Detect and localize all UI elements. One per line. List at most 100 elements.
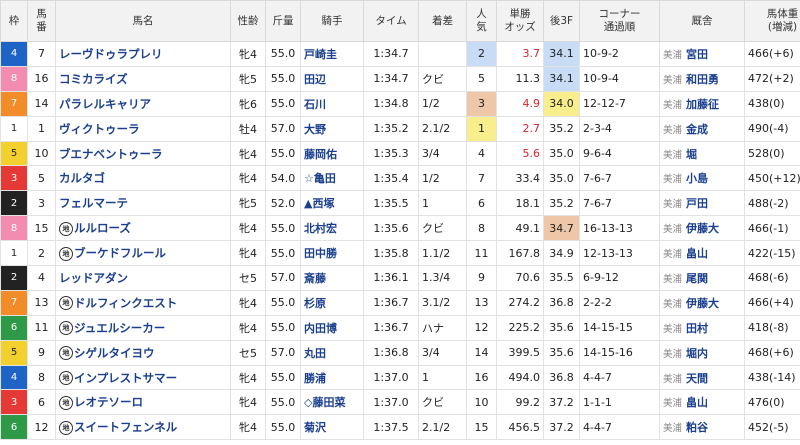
jockey-link[interactable]: ▲西塚 <box>304 197 334 210</box>
horse-name-link[interactable]: シゲルタイヨウ <box>74 346 155 360</box>
umaban-cell: 12 <box>27 414 56 441</box>
horse-name-link[interactable]: ヴィクトゥーラ <box>59 122 140 136</box>
weight-cell: 54.0 <box>265 165 301 192</box>
jockey-link[interactable]: 斎藤 <box>304 272 326 285</box>
trainer-link[interactable]: 和田勇 <box>686 73 719 86</box>
jockey-cell: 戸崎圭 <box>300 41 364 67</box>
margin-cell: 1.1/2 <box>418 240 467 267</box>
waku-cell: 5 <box>0 339 28 366</box>
trainer-cell: 美浦 加藤征 <box>659 90 745 117</box>
body-weight-cell: 490(-4) <box>744 115 800 142</box>
horse-name-link[interactable]: パラレルキャリア <box>59 97 151 111</box>
sex-age-cell: 牝4 <box>230 314 266 341</box>
popularity-cell: 3 <box>466 90 497 117</box>
horse-name-link[interactable]: ルルローズ <box>74 221 131 235</box>
trainer-location: 美浦 <box>663 124 683 136</box>
trainer-link[interactable]: 堀 <box>686 148 697 161</box>
table-row: 7 13 地ドルフィンクエスト 牝4 55.0 杉原 1:36.7 3.1/2 13 274.2 3… <box>0 289 800 316</box>
horse-name-link[interactable]: ブエナベントゥーラ <box>59 147 163 161</box>
horse-name-link[interactable]: コミカライズ <box>59 72 128 86</box>
corner-cell: 12-12-7 <box>579 90 660 117</box>
odds-cell: 167.8 <box>496 240 544 267</box>
horse-name-cell: パラレルキャリア <box>55 90 231 117</box>
time-cell: 1:34.7 <box>363 41 419 67</box>
local-horse-marker: 地 <box>59 346 73 361</box>
trainer-link[interactable]: 粕谷 <box>686 421 708 434</box>
header-last3f: 後3F <box>543 0 580 42</box>
jockey-link[interactable]: 大野 <box>304 123 326 136</box>
trainer-location: 美浦 <box>663 323 683 335</box>
jockey-link[interactable]: 藤岡佑 <box>304 148 337 161</box>
sex-age-cell: 牝4 <box>230 240 266 267</box>
header-time: タイム <box>363 0 419 42</box>
trainer-link[interactable]: 伊藤大 <box>686 297 719 310</box>
trainer-location: 美浦 <box>663 149 683 161</box>
header-popularity: 人 気 <box>466 0 497 42</box>
weight-cell: 57.0 <box>265 115 301 142</box>
last3f-cell: 35.6 <box>543 339 580 366</box>
jockey-link[interactable]: 北村宏 <box>304 222 337 235</box>
jockey-link[interactable]: 田中勝 <box>304 247 337 260</box>
popularity-cell: 7 <box>466 165 497 192</box>
sex-age-cell: 牝5 <box>230 190 266 217</box>
jockey-link[interactable]: 勝浦 <box>304 372 326 385</box>
corner-cell: 7-6-7 <box>579 190 660 217</box>
table-row: 1 2 地ブーケドフルール 牝4 55.0 田中勝 1:35.8 1.1/2 11 167.8 34… <box>0 240 800 267</box>
last3f-cell: 35.0 <box>543 140 580 167</box>
horse-name-cell: フェルマーテ <box>55 190 231 217</box>
waku-cell: 7 <box>0 289 28 316</box>
jockey-link[interactable]: 丸田 <box>304 347 326 360</box>
popularity-cell: 6 <box>466 190 497 217</box>
race-result-table: 枠 馬 番 馬名 性齢 斤量 騎手 タイム 着差 人 気 単勝 オッズ 後3F … <box>0 0 800 441</box>
umaban-cell: 7 <box>27 41 56 67</box>
trainer-link[interactable]: 金成 <box>686 123 708 136</box>
trainer-link[interactable]: 宮田 <box>686 48 708 61</box>
time-cell: 1:36.8 <box>363 339 419 366</box>
trainer-link[interactable]: 加藤征 <box>686 98 719 111</box>
popularity-cell: 12 <box>466 314 497 341</box>
horse-name-link[interactable]: ドルフィンクエスト <box>74 296 177 310</box>
waku-cell: 6 <box>0 314 28 341</box>
popularity-cell: 14 <box>466 339 497 366</box>
sex-age-cell: 牝6 <box>230 90 266 117</box>
trainer-link[interactable]: 尾関 <box>686 272 708 285</box>
horse-name-link[interactable]: カルタゴ <box>59 171 105 185</box>
trainer-link[interactable]: 田村 <box>686 322 708 335</box>
horse-name-link[interactable]: ジュエルシーカー <box>74 321 165 335</box>
horse-name-link[interactable]: レッドアダン <box>59 271 128 285</box>
horse-name-link[interactable]: レオテソーロ <box>74 395 143 409</box>
jockey-cell: 田辺 <box>300 65 364 92</box>
popularity-cell: 13 <box>466 289 497 316</box>
jockey-link[interactable]: 田辺 <box>304 73 326 86</box>
jockey-link[interactable]: 杉原 <box>304 297 326 310</box>
horse-name-link[interactable]: ブーケドフルール <box>74 246 166 260</box>
trainer-link[interactable]: 戸田 <box>686 197 708 210</box>
last3f-cell: 34.0 <box>543 90 580 117</box>
header-odds: 単勝 オッズ <box>496 0 544 42</box>
odds-cell: 99.2 <box>496 389 544 416</box>
jockey-link[interactable]: 菊沢 <box>304 421 326 434</box>
jockey-link[interactable]: 戸崎圭 <box>304 48 337 61</box>
trainer-link[interactable]: 伊藤大 <box>686 222 719 235</box>
jockey-link[interactable]: ☆亀田 <box>304 172 336 185</box>
header-weight: 斤量 <box>265 0 301 42</box>
trainer-link[interactable]: 小島 <box>686 172 708 185</box>
horse-name-link[interactable]: フェルマーテ <box>59 196 128 210</box>
weight-cell: 52.0 <box>265 190 301 217</box>
jockey-link[interactable]: 石川 <box>304 98 326 111</box>
jockey-link[interactable]: 内田博 <box>304 322 337 335</box>
horse-name-link[interactable]: レーヴドゥラプレリ <box>59 47 163 61</box>
jockey-cell: 勝浦 <box>300 364 364 391</box>
trainer-link[interactable]: 畠山 <box>686 247 708 260</box>
waku-cell: 8 <box>0 215 28 242</box>
trainer-location: 美浦 <box>663 373 683 385</box>
jockey-link[interactable]: ◇藤田菜 <box>304 396 345 409</box>
trainer-link[interactable]: 畠山 <box>686 396 708 409</box>
trainer-link[interactable]: 天間 <box>686 372 708 385</box>
horse-name-link[interactable]: スイートフェンネル <box>74 420 177 434</box>
horse-name-link[interactable]: インプレストサマー <box>74 371 177 385</box>
trainer-link[interactable]: 堀内 <box>686 347 708 360</box>
table-row: 3 6 地レオテソーロ 牝4 55.0 ◇藤田菜 1:37.0 クビ 10 99.2 37.2 1-1… <box>0 389 800 416</box>
margin-cell: クビ <box>418 65 467 92</box>
corner-cell: 9-6-4 <box>579 140 660 167</box>
